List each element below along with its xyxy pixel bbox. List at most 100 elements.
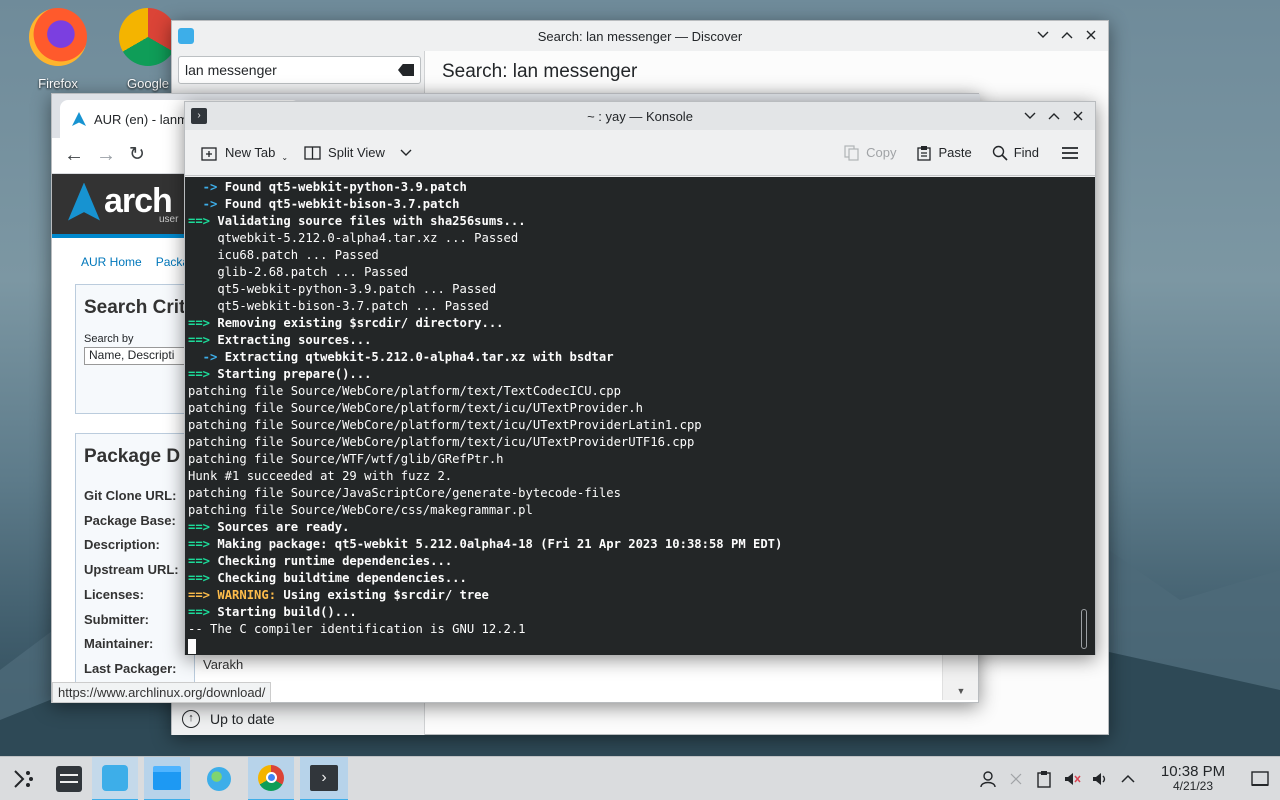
tab-title: AUR (en) - lanm — [94, 111, 188, 127]
globe-icon — [207, 766, 231, 791]
field-label: Package Base: — [84, 512, 176, 528]
terminal-line: ==> Sources are ready. — [188, 519, 1095, 536]
terminal-line: -> Found qt5-webkit-bison-3.7.patch — [188, 196, 1095, 213]
copy-button[interactable]: Copy — [838, 137, 902, 169]
close-icon[interactable] — [1080, 24, 1102, 46]
clock-time: 10:38 PM — [1160, 762, 1226, 780]
user-icon[interactable] — [974, 757, 1002, 800]
search-by-select[interactable]: Name, Descripti — [84, 347, 196, 365]
task-system-settings[interactable] — [46, 757, 92, 800]
clipboard-icon[interactable] — [1030, 757, 1058, 800]
terminal-text: patching file Source/WTF/wtf/glib/GRefPt… — [188, 452, 504, 466]
task-discover[interactable] — [92, 756, 138, 800]
terminal-text: patching file Source/WebCore/css/makegra… — [188, 503, 533, 517]
audio-muted-icon[interactable] — [1058, 757, 1086, 800]
new-tab-icon — [201, 146, 217, 161]
terminal-text: Starting prepare()... — [217, 367, 372, 381]
chevron-down-icon: ⌄ — [281, 153, 289, 162]
konsole-titlebar[interactable]: › ~ : yay — Konsole — [185, 102, 1095, 130]
terminal-line: ==> Checking runtime dependencies... — [188, 553, 1095, 570]
terminal-scrollbar[interactable] — [1081, 609, 1087, 649]
field-label: Maintainer: — [84, 636, 154, 652]
task-chrome[interactable] — [248, 756, 294, 800]
terminal-text: ==> — [188, 571, 218, 585]
scroll-down-icon[interactable]: ▼ — [943, 686, 979, 696]
terminal-line: patching file Source/WebCore/platform/te… — [188, 434, 1095, 451]
terminal-line: -- The C compiler identification is GNU … — [188, 621, 1095, 638]
task-konsole[interactable]: › — [300, 756, 348, 800]
terminal-text: Validating source files with sha256sums.… — [217, 214, 526, 228]
terminal-text: Removing existing $srcdir/ directory... — [217, 316, 504, 330]
minimize-icon[interactable] — [1019, 105, 1041, 127]
new-tab-button[interactable]: New Tab ⌄ — [195, 137, 294, 169]
terminal-text: Using existing $srcdir/ tree — [276, 588, 489, 602]
logo-subtext: user — [159, 214, 179, 225]
field-label: Description: — [84, 537, 160, 553]
terminal-text: patching file Source/WebCore/platform/te… — [188, 401, 643, 415]
last-packager-value[interactable]: Varakh — [203, 657, 243, 672]
terminal-line: patching file Source/WTF/wtf/glib/GRefPt… — [188, 451, 1095, 468]
desktop-firefox[interactable]: Firefox — [18, 8, 98, 91]
close-icon[interactable] — [1067, 105, 1089, 127]
terminal-text: Extracting qtwebkit-5.212.0-alpha4.tar.x… — [224, 350, 614, 364]
terminal-text: ==> — [188, 554, 218, 568]
show-desktop-icon[interactable] — [1240, 757, 1280, 800]
update-status[interactable]: ↑ Up to date — [172, 701, 425, 735]
konsole-icon: › — [310, 764, 338, 791]
arch-logo-icon — [68, 182, 100, 221]
terminal-text: Hunk #1 succeeded at 29 with fuzz 2. — [188, 469, 453, 483]
chevron-up-icon[interactable] — [1114, 757, 1142, 800]
terminal-line: qt5-webkit-bison-3.7.patch ... Passed — [188, 298, 1095, 315]
volume-icon[interactable] — [1086, 757, 1114, 800]
arch-logo[interactable]: arch — [68, 182, 173, 221]
terminal-output[interactable]: -> Found qt5-webkit-python-3.9.patch -> … — [185, 177, 1095, 655]
terminal-line: qt5-webkit-python-3.9.patch ... Passed — [188, 281, 1095, 298]
terminal-text: Starting build()... — [217, 605, 357, 619]
discover-titlebar[interactable]: Search: lan messenger — Discover — [172, 21, 1108, 51]
find-button[interactable]: Find — [986, 137, 1045, 169]
network-icon[interactable] — [1002, 757, 1030, 800]
terminal-text: patching file Source/WebCore/platform/te… — [188, 384, 621, 398]
discover-heading: Search: lan messenger — [442, 61, 638, 82]
terminal-text: -> — [188, 197, 225, 211]
window-title: ~ : yay — Konsole — [587, 108, 693, 124]
field-label: Licenses: — [84, 586, 144, 602]
discover-search-field[interactable]: lan messenger — [178, 56, 421, 84]
terminal-line: patching file Source/WebCore/platform/te… — [188, 417, 1095, 434]
window-title: Search: lan messenger — Discover — [537, 28, 743, 44]
terminal-text: WARNING: — [217, 588, 277, 602]
terminal-text: -> — [188, 180, 225, 194]
discover-icon — [102, 764, 128, 791]
paste-button[interactable]: Paste — [910, 137, 977, 169]
app-launcher-icon — [14, 769, 33, 788]
task-globe[interactable] — [196, 757, 242, 800]
copy-label: Copy — [866, 145, 897, 160]
clock-date: 4/21/23 — [1172, 778, 1214, 793]
clear-search-icon[interactable] — [398, 64, 414, 76]
terminal-line: -> Found qt5-webkit-python-3.9.patch — [188, 179, 1095, 196]
terminal-text: Checking runtime dependencies... — [217, 554, 453, 568]
maximize-icon[interactable] — [1056, 24, 1078, 46]
task-file-manager[interactable] — [144, 756, 190, 800]
terminal-cursor — [188, 639, 196, 654]
konsole-window: › ~ : yay — Konsole New Tab ⌄ Split View… — [184, 101, 1096, 655]
split-view-button[interactable]: Split View — [298, 137, 419, 169]
terminal-line: Hunk #1 succeeded at 29 with fuzz 2. — [188, 468, 1095, 485]
terminal-text: ==> — [188, 214, 218, 228]
forward-icon[interactable]: → — [96, 144, 116, 167]
chevron-down-icon — [400, 149, 412, 156]
reload-icon[interactable]: ↻ — [129, 143, 145, 166]
maximize-icon[interactable] — [1043, 105, 1065, 127]
app-launcher[interactable] — [0, 757, 46, 800]
clock[interactable]: 10:38 PM 4/21/23 — [1146, 762, 1240, 793]
minimize-icon[interactable] — [1032, 24, 1054, 46]
terminal-text: Making package: qt5-webkit 5.212.0alpha4… — [217, 537, 783, 551]
nav-link[interactable]: AUR Home — [81, 255, 142, 269]
search-icon — [992, 145, 1008, 161]
terminal-text: qt5-webkit-bison-3.7.patch ... Passed — [188, 299, 489, 313]
hamburger-menu-button[interactable] — [1055, 137, 1085, 169]
paste-label: Paste — [938, 145, 972, 160]
back-icon[interactable]: ← — [64, 144, 84, 167]
terminal-text: patching file Source/WebCore/platform/te… — [188, 435, 695, 449]
terminal-text: glib-2.68.patch ... Passed — [188, 265, 409, 279]
